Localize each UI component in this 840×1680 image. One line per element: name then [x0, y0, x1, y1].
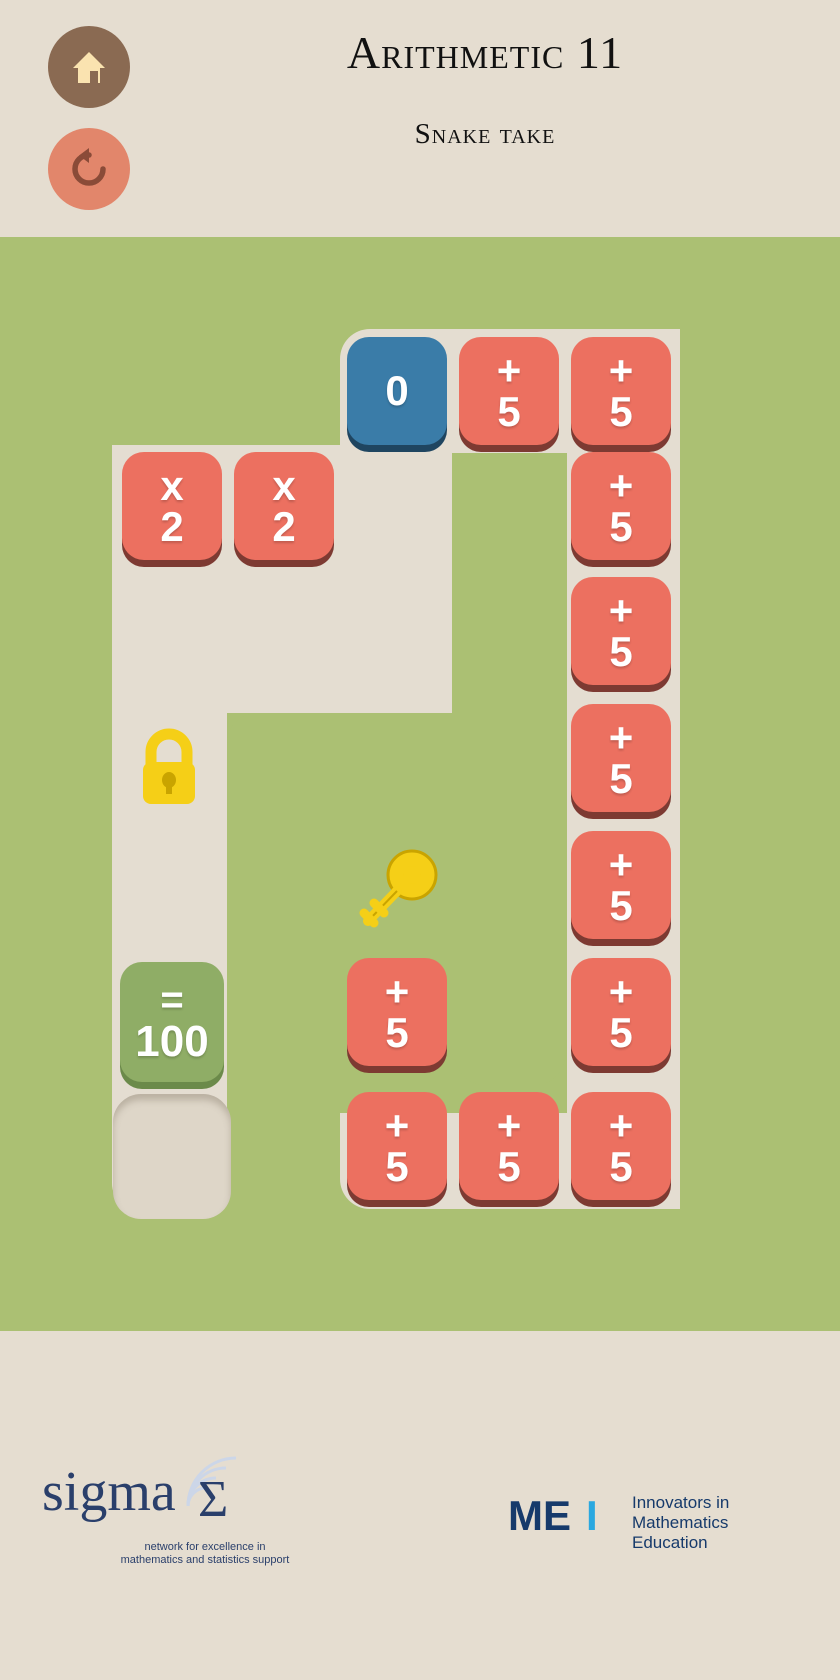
tile-operation[interactable]: x 2	[234, 452, 334, 560]
tile-value: 5	[609, 388, 633, 435]
key-slot[interactable]	[350, 847, 446, 937]
game-board: 0 + 5 + 5 x 2 x 2 + 5 + 5 + 5 + 5 + 5 + …	[0, 237, 840, 1331]
lock-icon	[143, 728, 195, 804]
tile-operation[interactable]: + 5	[459, 337, 559, 445]
tile-operator: +	[496, 1101, 522, 1149]
tile-value: 5	[385, 1143, 409, 1190]
sigma-wordmark: sigma	[42, 1461, 176, 1523]
goal-operator: =	[160, 977, 184, 1022]
home-button[interactable]	[48, 26, 130, 108]
tile-operation[interactable]: + 5	[347, 958, 447, 1066]
tile-operation[interactable]: + 5	[459, 1092, 559, 1200]
tile-value: 5	[497, 1143, 521, 1190]
mei-wordmark-i: I	[586, 1492, 598, 1539]
goal-value: 100	[135, 1017, 209, 1067]
tile-operation[interactable]: + 5	[571, 577, 671, 685]
page-title: Arithmetic 11	[346, 27, 624, 78]
home-icon	[73, 52, 105, 83]
tile-value: 5	[385, 1009, 409, 1056]
key-icon	[359, 849, 438, 928]
tile-value: 5	[609, 503, 633, 550]
mei-caption-line1: Innovators in	[632, 1493, 730, 1512]
tile-operation[interactable]: + 5	[571, 831, 671, 939]
mei-logo: ME I	[508, 1492, 598, 1539]
sigma-caption: network for excellence in mathematics an…	[100, 1541, 310, 1567]
sigma-logo: sigma Σ	[42, 1456, 237, 1528]
tile-operator: +	[608, 967, 634, 1015]
restart-button[interactable]	[48, 128, 130, 210]
tile-operator: +	[496, 346, 522, 394]
tile-operator: +	[608, 586, 634, 634]
lock-slot[interactable]	[133, 722, 205, 812]
tile-operation[interactable]: + 5	[571, 958, 671, 1066]
tile-value: 5	[497, 388, 521, 435]
tile-operator: +	[384, 967, 410, 1015]
sigma-caption-line2: mathematics and statistics support	[120, 1554, 290, 1566]
tile-operator: x	[272, 461, 296, 509]
tile-operation[interactable]: + 5	[347, 1092, 447, 1200]
tile-operator: +	[384, 1101, 410, 1149]
tile-value: 2	[160, 503, 184, 550]
mei-caption: Innovators in Mathematics Education	[632, 1493, 729, 1553]
header-bar: Arithmetic 11 Snake take	[0, 0, 840, 237]
mei-caption-line3: Education	[632, 1533, 708, 1552]
notch-top-right-inner	[452, 453, 567, 713]
tile-value: 5	[609, 882, 633, 929]
empty-slot[interactable]	[113, 1094, 231, 1219]
tile-operator: x	[160, 461, 184, 509]
tile-start[interactable]: 0	[347, 337, 447, 445]
tile-operator: +	[608, 840, 634, 888]
tile-value: 5	[609, 1143, 633, 1190]
tile-operator: +	[608, 1101, 634, 1149]
notch-mid-bottom	[455, 833, 565, 1085]
tile-operation[interactable]: + 5	[571, 1092, 671, 1200]
tile-value: 0	[385, 367, 409, 415]
sigma-symbol: Σ	[198, 1471, 228, 1528]
page-subtitle: Snake take	[414, 118, 556, 150]
sigma-caption-line1: network for excellence in	[144, 1541, 266, 1553]
tile-value: 5	[609, 1009, 633, 1056]
game-screen: Arithmetic 11 Snake take 0 + 5 + 5 x 2 x…	[0, 0, 840, 1680]
tile-operation[interactable]: x 2	[122, 452, 222, 560]
tile-operator: +	[608, 461, 634, 509]
tile-value: 5	[609, 628, 633, 675]
tile-operator: +	[608, 346, 634, 394]
tile-goal[interactable]: = 100	[120, 962, 224, 1082]
tile-operation[interactable]: + 5	[571, 337, 671, 445]
tile-operation[interactable]: + 5	[571, 704, 671, 812]
tile-operation[interactable]: + 5	[571, 452, 671, 560]
tile-value: 5	[609, 755, 633, 802]
mei-caption-line2: Mathematics	[632, 1513, 729, 1532]
tile-value: 2	[272, 503, 296, 550]
tile-operator: +	[608, 713, 634, 761]
mei-wordmark-me: ME	[508, 1492, 571, 1539]
restart-icon	[72, 148, 106, 186]
